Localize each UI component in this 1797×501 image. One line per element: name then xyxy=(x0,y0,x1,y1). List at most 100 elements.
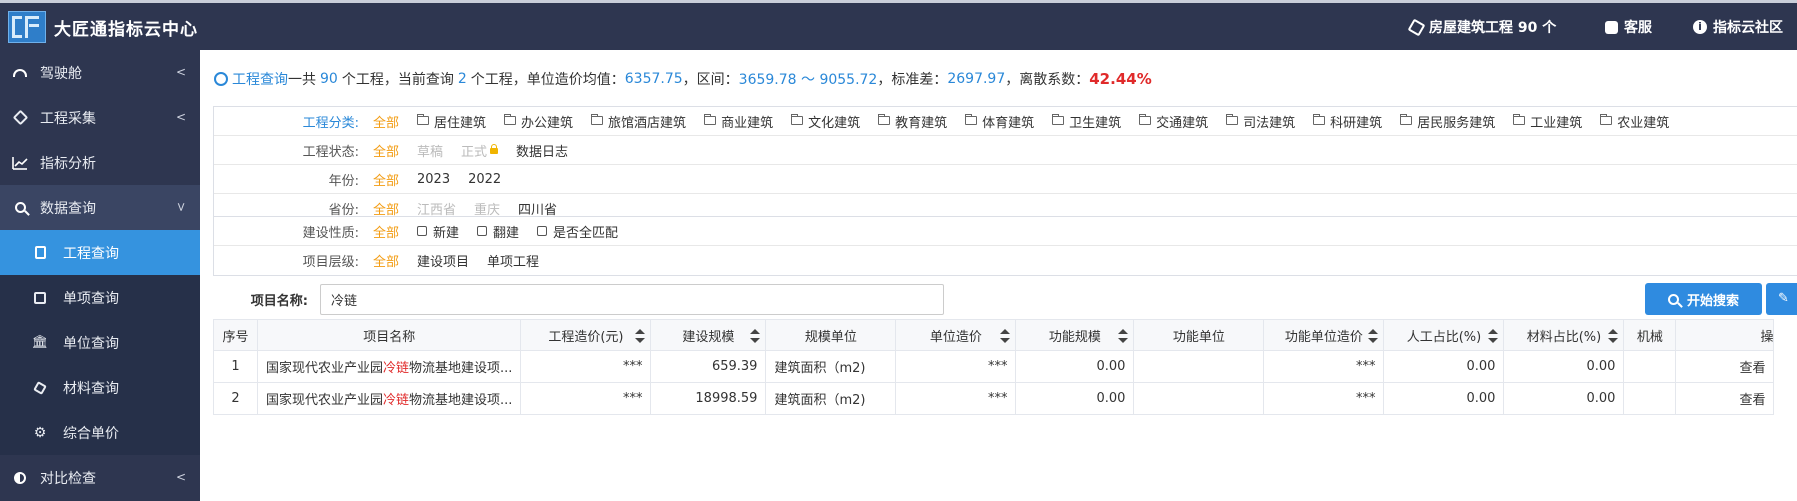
filter-option-year[interactable]: 2022 xyxy=(468,172,501,187)
filter-option-category[interactable]: 体育建筑 xyxy=(964,112,1034,131)
folder-icon xyxy=(877,113,891,125)
filter-option-draft: 草稿 xyxy=(417,144,444,160)
folder-icon xyxy=(1051,113,1065,125)
start-search-button[interactable]: 开始搜索 xyxy=(1645,283,1762,315)
filter-option-category[interactable]: 科研建筑 xyxy=(1312,112,1382,131)
filter-option-label: 翻建 xyxy=(493,225,520,241)
cell-scale: 18998.59 xyxy=(650,382,767,415)
filter-option-category[interactable]: 居民服务建筑 xyxy=(1399,112,1496,131)
filter-option-category[interactable]: 工业建筑 xyxy=(1512,112,1582,131)
summary-text: 个工程，单位造价均值： xyxy=(470,72,625,88)
service-link[interactable]: 客服 xyxy=(1605,17,1652,37)
sidebar-item-analysis[interactable]: 指标分析 xyxy=(0,140,200,185)
cv-value: 42.44% xyxy=(1089,70,1152,88)
table-row: 1 国家现代农业产业园冷链物流基地建设项... *** 659.39 建筑面积（… xyxy=(213,350,1775,383)
info-icon: i xyxy=(1693,20,1707,34)
sidebar-item-data-query[interactable]: 数据查询 < xyxy=(0,185,200,230)
filter-option-category[interactable]: 旅馆酒店建筑 xyxy=(590,112,686,131)
sidebar-item-label: 驾驶舱 xyxy=(40,65,82,82)
document-icon xyxy=(33,246,47,260)
filter-option-all[interactable]: 全部 xyxy=(373,112,399,131)
filter-label: 年份: xyxy=(328,173,359,189)
filter-option-category[interactable]: 司法建筑 xyxy=(1225,112,1295,131)
sidebar-subitem-single-query[interactable]: 单项查询 xyxy=(0,275,200,320)
col-header-material[interactable]: 材料占比(%) xyxy=(1503,319,1625,351)
app-title: 大匠通指标云中心 xyxy=(54,20,198,40)
filter-option-year[interactable]: 2023 xyxy=(417,172,450,187)
filter-row-category: 工程分类: 全部 居住建筑 办公建筑 旅馆酒店建筑 商业建筑 文化建筑 教育建筑… xyxy=(214,107,1797,136)
data-log-link[interactable]: 数据日志 xyxy=(516,141,568,160)
cell-func-price: *** xyxy=(1263,350,1385,383)
col-header-func-scale[interactable]: 功能规模 xyxy=(1015,319,1135,351)
filter-option-category[interactable]: 文化建筑 xyxy=(790,112,860,131)
bank-icon: 🏛︎ xyxy=(31,335,49,350)
project-type-label: 房屋建筑工程 90 个 xyxy=(1429,20,1557,36)
checkbox-full-match[interactable]: 是否全匹配 xyxy=(537,222,618,241)
name-highlight: 冷链 xyxy=(383,393,410,408)
start-search-label: 开始搜索 xyxy=(1686,293,1739,309)
cell-project-name[interactable]: 国家现代农业产业园冷链物流基地建设项... xyxy=(256,350,522,383)
filter-option-category[interactable]: 交通建筑 xyxy=(1138,112,1209,131)
sidebar-subitem-composite-price[interactable]: ⚙︎ 综合单价 xyxy=(0,410,200,455)
sidebar-item-label: 对比检查 xyxy=(40,470,96,487)
filter-option-category[interactable]: 商业建筑 xyxy=(703,112,773,131)
col-header-label: 人工占比(%) xyxy=(1406,329,1482,345)
filter-option-all[interactable]: 全部 xyxy=(373,170,399,189)
project-type-menu[interactable]: 房屋建筑工程 90 个 xyxy=(1407,17,1557,37)
name-part: 国家现代农业产业园 xyxy=(266,393,384,408)
sidebar-subitem-unit-query[interactable]: 🏛︎ 单位查询 xyxy=(0,320,200,365)
filter-panel-primary: 工程分类: 全部 居住建筑 办公建筑 旅馆酒店建筑 商业建筑 文化建筑 教育建筑… xyxy=(213,106,1797,224)
filter-option-all[interactable]: 全部 xyxy=(373,222,399,241)
filter-option-level[interactable]: 建设项目 xyxy=(417,251,469,270)
col-header-cost[interactable]: 工程造价(元) xyxy=(520,319,652,351)
checkbox-rebuild[interactable]: 翻建 xyxy=(477,222,519,241)
eraser-icon: ✎ xyxy=(1778,291,1789,306)
folder-icon xyxy=(1225,113,1239,125)
clear-button[interactable]: ✎ xyxy=(1766,283,1797,315)
cell-cost: *** xyxy=(520,382,652,415)
filter-option-category[interactable]: 卫生建筑 xyxy=(1051,112,1121,131)
sidebar-item-compare[interactable]: 对比检查 < xyxy=(0,455,200,500)
sidebar: 驾驶舱 < 工程采集 < 指标分析 数据查询 < 工程查询 单项查询 🏛︎ 单位… xyxy=(0,50,200,501)
sidebar-item-collection[interactable]: 工程采集 < xyxy=(0,95,200,140)
gauge-icon xyxy=(12,65,28,81)
cube-icon xyxy=(1407,18,1426,36)
filter-option-label: 居民服务建筑 xyxy=(1417,115,1496,131)
view-link[interactable]: 查看 xyxy=(1675,382,1775,415)
filter-option-all[interactable]: 全部 xyxy=(373,141,399,160)
chevron-left-icon: < xyxy=(175,110,186,124)
name-part: 国家现代农业产业园 xyxy=(266,361,384,376)
filter-option-label: 新建 xyxy=(433,225,460,241)
filter-option-category[interactable]: 农业建筑 xyxy=(1599,112,1669,131)
search-icon xyxy=(1667,293,1679,305)
col-header-label: 材料占比(%) xyxy=(1526,329,1602,345)
col-header-labor[interactable]: 人工占比(%) xyxy=(1383,319,1505,351)
col-header-scale[interactable]: 建设规模 xyxy=(650,319,767,351)
view-link[interactable]: 查看 xyxy=(1675,350,1775,383)
filter-option-category[interactable]: 居住建筑 xyxy=(416,112,486,131)
folder-icon xyxy=(1312,113,1326,125)
filter-option-category[interactable]: 办公建筑 xyxy=(503,112,573,131)
chevron-left-icon: < xyxy=(175,470,186,484)
filter-option-label: 交通建筑 xyxy=(1156,115,1209,131)
cell-project-name[interactable]: 国家现代农业产业园冷链物流基地建设项... xyxy=(256,382,522,415)
col-header-label: 建设规模 xyxy=(682,329,735,345)
checkbox-new[interactable]: 新建 xyxy=(417,222,459,241)
community-link[interactable]: i 指标云社区 xyxy=(1693,17,1783,37)
filter-option-all[interactable]: 全部 xyxy=(373,251,399,270)
col-header-func-price[interactable]: 功能单位造价 xyxy=(1263,319,1385,351)
folder-icon xyxy=(1138,113,1152,125)
cell-labor: 0.00 xyxy=(1383,382,1505,415)
gears-icon: ⚙︎ xyxy=(33,424,47,441)
sidebar-item-cockpit[interactable]: 驾驶舱 < xyxy=(0,50,200,95)
folder-icon xyxy=(1599,113,1613,125)
sidebar-subitem-material-query[interactable]: 材料查询 xyxy=(0,365,200,410)
cell-func-scale: 0.00 xyxy=(1015,382,1135,415)
phone-icon xyxy=(1605,20,1618,34)
cell-func-unit xyxy=(1133,382,1265,415)
sidebar-subitem-project-query[interactable]: 工程查询 xyxy=(0,230,200,275)
col-header-unit-price[interactable]: 单位造价 xyxy=(895,319,1017,351)
project-name-input[interactable] xyxy=(320,284,944,315)
filter-option-category[interactable]: 教育建筑 xyxy=(877,112,947,131)
filter-option-level[interactable]: 单项工程 xyxy=(487,251,539,270)
